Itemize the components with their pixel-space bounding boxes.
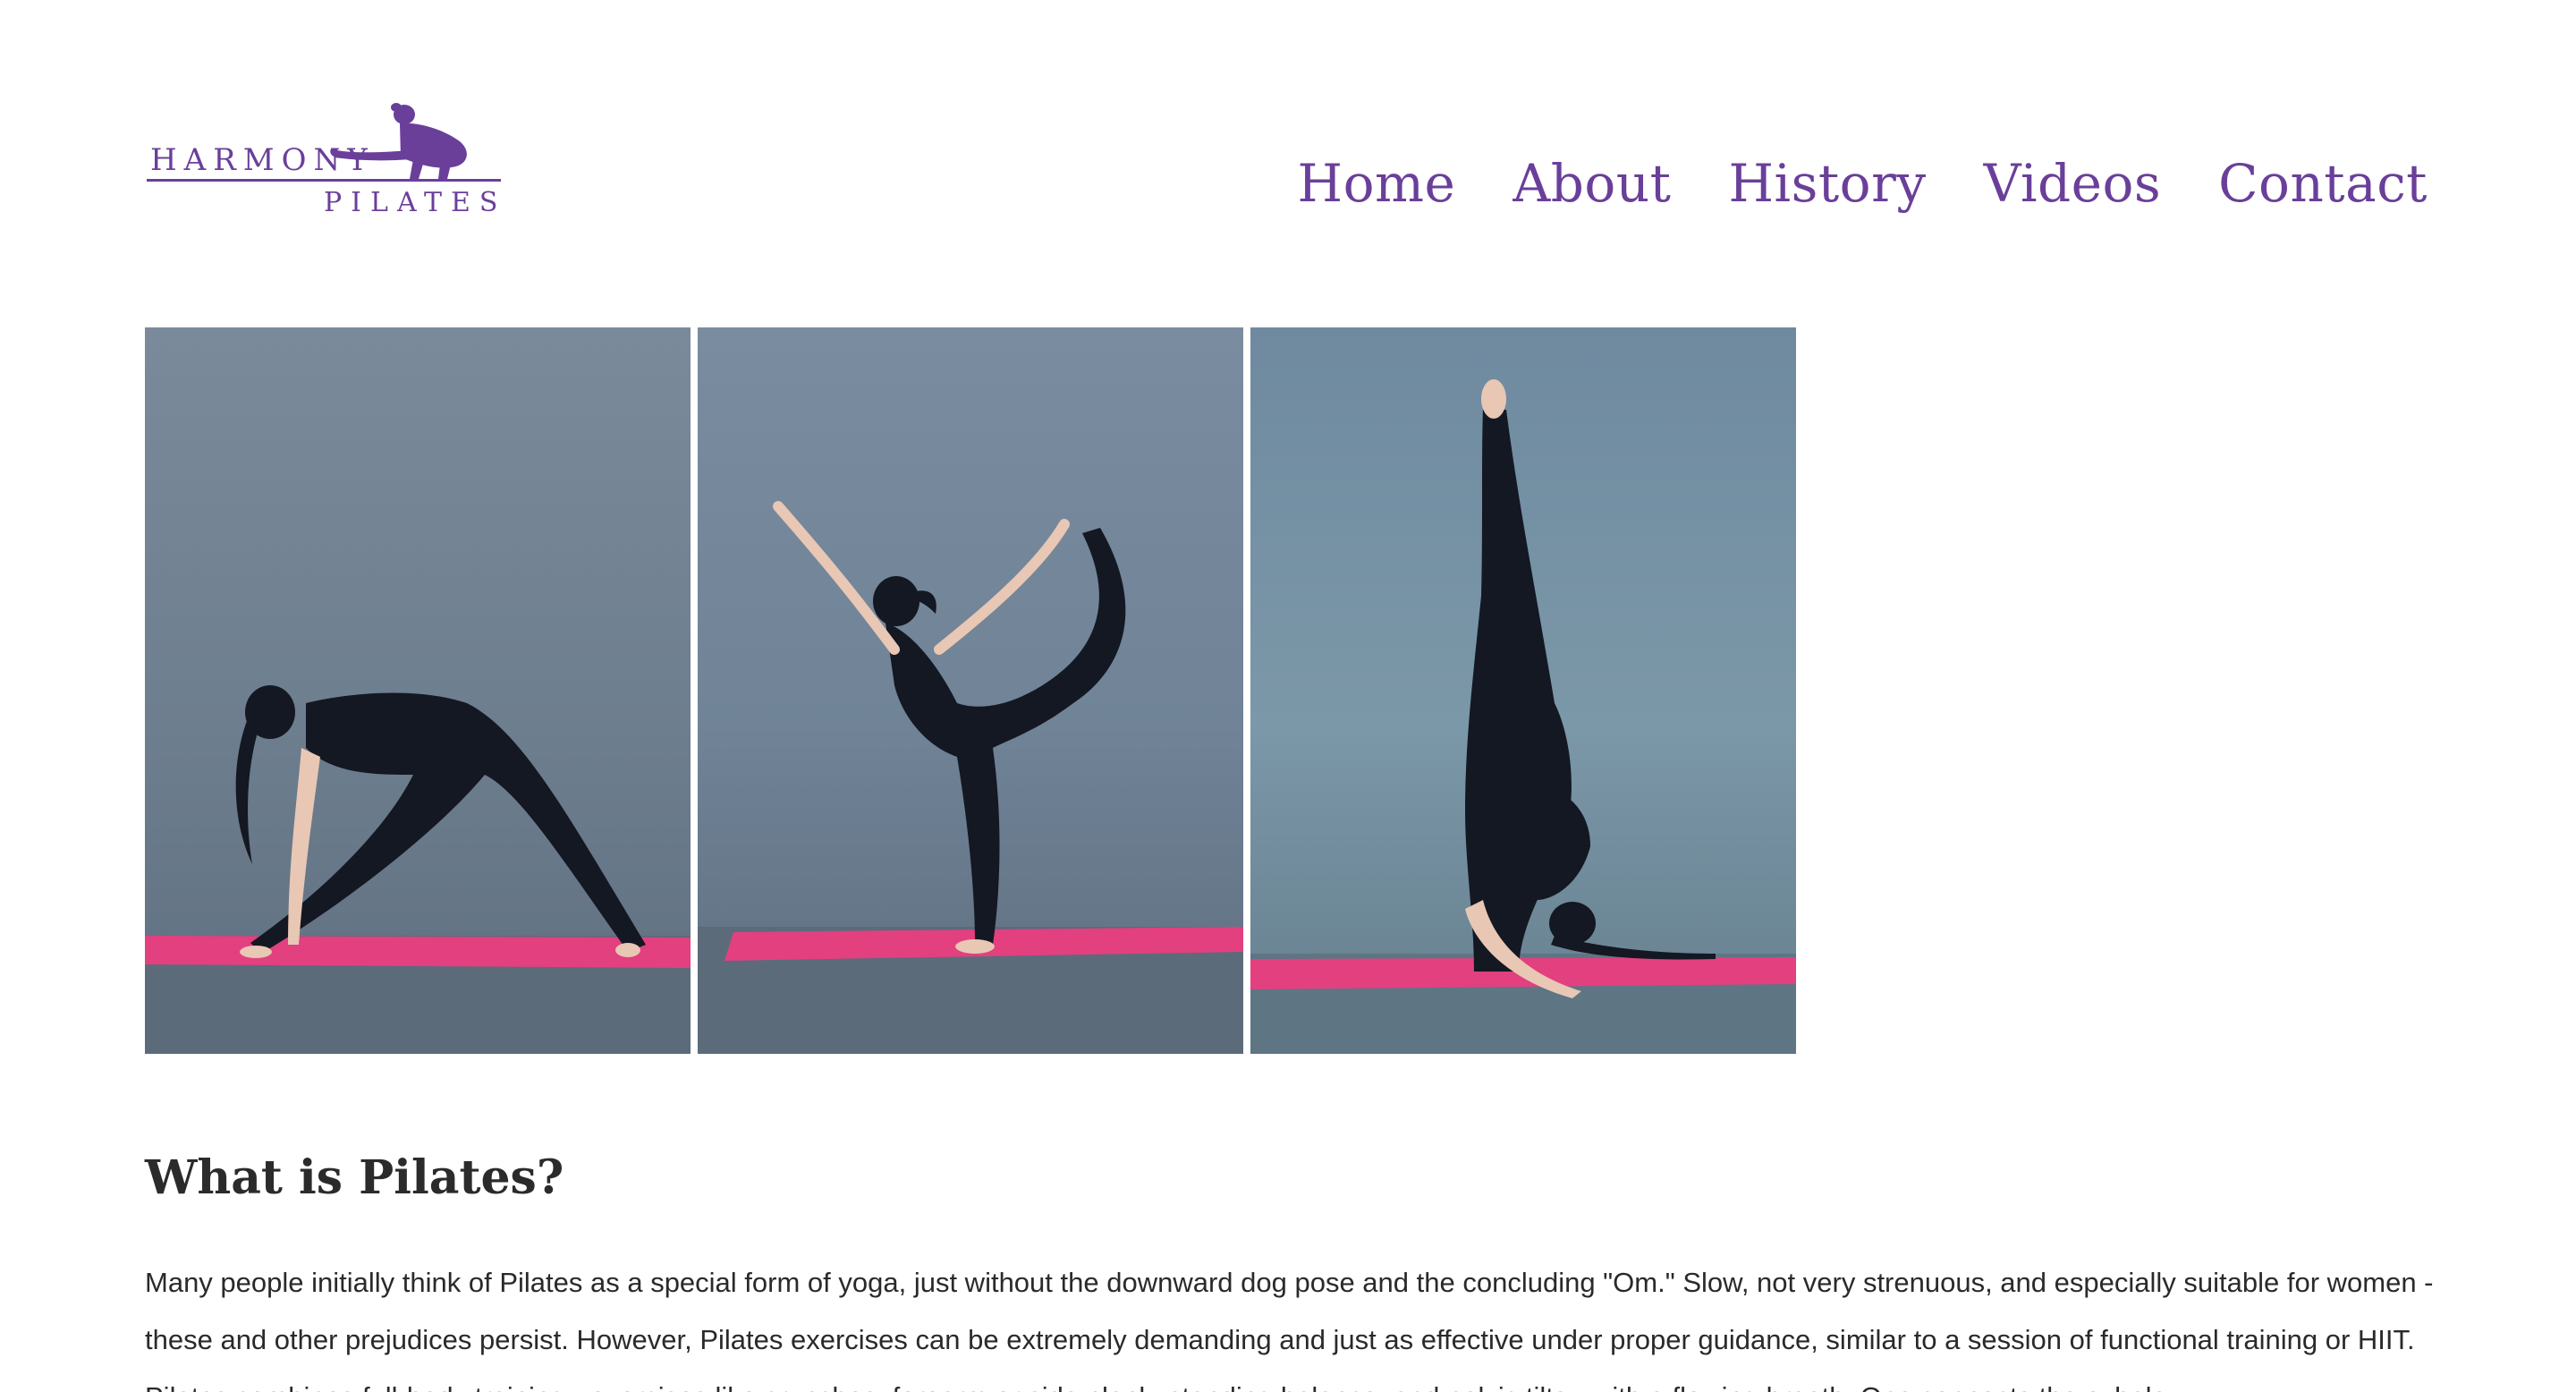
nav-videos-link[interactable]: Videos — [1984, 157, 2162, 209]
logo-graphic: HARMONY PILATES — [147, 103, 506, 218]
dancer-pose-photo — [698, 327, 1243, 1054]
nav-home-link[interactable]: Home — [1298, 157, 1456, 209]
main-nav: Home About History Videos Contact — [1298, 157, 2428, 209]
logo-line-2: PILATES — [324, 187, 506, 218]
section-heading: What is Pilates? — [145, 1150, 564, 1205]
nav-history-link[interactable]: History — [1728, 157, 1926, 209]
nav-about-link[interactable]: About — [1513, 157, 1671, 209]
standing-split-photo — [1250, 327, 1796, 1054]
photo-gallery — [145, 327, 1796, 1054]
harmony-pilates-logo[interactable]: HARMONY PILATES — [145, 97, 521, 222]
logo-line-1: HARMONY — [150, 142, 375, 178]
nav-contact-link[interactable]: Contact — [2218, 157, 2428, 209]
yoga-mat — [145, 936, 691, 968]
triangle-pose-photo — [145, 327, 691, 1054]
logo-underline — [147, 179, 501, 182]
article-paragraph: Many people initially think of Pilates a… — [145, 1267, 2434, 1392]
